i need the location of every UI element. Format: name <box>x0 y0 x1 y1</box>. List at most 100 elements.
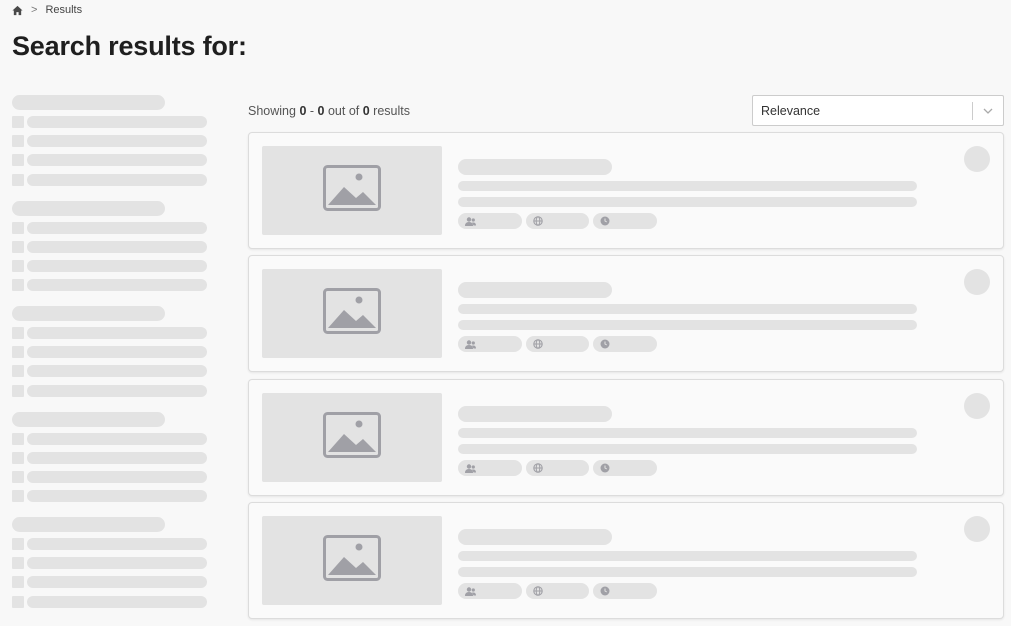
checkbox-skeleton <box>12 576 24 589</box>
checkbox-skeleton <box>12 116 24 128</box>
users-meta-skeleton <box>458 336 522 352</box>
checkbox-skeleton <box>12 384 24 397</box>
thumbnail-placeholder <box>262 516 442 605</box>
label-skeleton <box>27 240 207 253</box>
result-card-skeleton <box>248 502 1004 619</box>
filter-group-skeleton <box>12 200 208 307</box>
filter-option-skeleton <box>12 240 208 253</box>
favorite-button-skeleton <box>964 269 990 295</box>
checkbox-skeleton <box>12 327 24 339</box>
users-icon <box>465 463 476 473</box>
filter-option-skeleton <box>12 221 208 234</box>
checkbox-skeleton <box>12 595 24 608</box>
label-skeleton <box>27 173 207 186</box>
label-skeleton <box>27 327 207 339</box>
clock-meta-skeleton <box>593 336 657 352</box>
filter-heading-skeleton <box>12 200 165 216</box>
label-skeleton <box>27 384 207 397</box>
description-skeleton <box>458 567 917 577</box>
users-icon <box>465 339 476 349</box>
label-skeleton <box>27 116 207 128</box>
checkbox-skeleton <box>12 240 24 253</box>
sort-select[interactable]: Relevance <box>752 95 1004 126</box>
label-skeleton <box>27 221 207 234</box>
title-skeleton <box>458 529 612 545</box>
filter-option-skeleton <box>12 135 208 148</box>
thumbnail-placeholder <box>262 393 442 482</box>
globe-icon <box>533 339 543 349</box>
checkbox-skeleton <box>12 173 24 186</box>
filter-option-skeleton <box>12 279 208 292</box>
thumbnail-placeholder <box>262 269 442 358</box>
users-icon <box>465 586 476 596</box>
clock-meta-skeleton <box>593 583 657 599</box>
label-skeleton <box>27 154 207 167</box>
checkbox-skeleton <box>12 470 24 483</box>
description-skeleton <box>458 197 917 207</box>
clock-meta-skeleton <box>593 213 657 229</box>
filter-option-skeleton <box>12 365 208 378</box>
description-skeleton <box>458 320 917 330</box>
filter-option-skeleton <box>12 451 208 464</box>
clock-icon <box>600 339 610 349</box>
clock-meta-skeleton <box>593 460 657 476</box>
title-skeleton <box>458 406 612 422</box>
result-card-skeleton <box>248 255 1004 372</box>
image-icon <box>323 535 381 586</box>
image-icon <box>323 288 381 339</box>
filter-sidebar-skeleton <box>12 95 208 623</box>
filter-option-skeleton <box>12 116 208 128</box>
filter-option-skeleton <box>12 490 208 503</box>
label-skeleton <box>27 576 207 589</box>
description-skeleton <box>458 428 917 438</box>
filter-heading-skeleton <box>12 411 165 427</box>
checkbox-skeleton <box>12 259 24 272</box>
checkbox-skeleton <box>12 279 24 292</box>
globe-meta-skeleton <box>526 213 589 229</box>
label-skeleton <box>27 595 207 608</box>
breadcrumb-current: Results <box>45 4 83 16</box>
globe-meta-skeleton <box>526 583 589 599</box>
description-skeleton <box>458 551 917 561</box>
filter-option-skeleton <box>12 432 208 445</box>
checkbox-skeleton <box>12 432 24 445</box>
globe-meta-skeleton <box>526 460 589 476</box>
filter-option-skeleton <box>12 346 208 359</box>
users-icon <box>465 216 476 226</box>
chevron-down-icon[interactable] <box>973 108 1003 114</box>
favorite-button-skeleton <box>964 146 990 172</box>
filter-option-skeleton <box>12 470 208 483</box>
sort-selected-value: Relevance <box>761 103 821 118</box>
checkbox-skeleton <box>12 135 24 148</box>
filter-option-skeleton <box>12 154 208 167</box>
page-title: Search results for: <box>12 31 247 61</box>
label-skeleton <box>27 135 207 148</box>
image-icon <box>323 165 381 216</box>
label-skeleton <box>27 470 207 483</box>
checkbox-skeleton <box>12 557 24 570</box>
globe-icon <box>533 216 543 226</box>
breadcrumb-separator: > <box>31 4 38 16</box>
clock-icon <box>600 463 610 473</box>
label-skeleton <box>27 538 207 550</box>
filter-heading-skeleton <box>12 306 165 321</box>
filter-group-skeleton <box>12 517 208 623</box>
label-skeleton <box>27 365 207 378</box>
label-skeleton <box>27 557 207 570</box>
label-skeleton <box>27 279 207 292</box>
description-skeleton <box>458 304 917 314</box>
home-icon[interactable] <box>12 5 23 16</box>
filter-option-skeleton <box>12 173 208 186</box>
checkbox-skeleton <box>12 346 24 359</box>
checkbox-skeleton <box>12 154 24 167</box>
label-skeleton <box>27 451 207 464</box>
filter-option-skeleton <box>12 327 208 339</box>
label-skeleton <box>27 432 207 445</box>
filter-option-skeleton <box>12 557 208 570</box>
globe-icon <box>533 463 543 473</box>
users-meta-skeleton <box>458 583 522 599</box>
favorite-button-skeleton <box>964 393 990 419</box>
filter-group-skeleton <box>12 95 208 201</box>
users-meta-skeleton <box>458 213 522 229</box>
checkbox-skeleton <box>12 490 24 503</box>
